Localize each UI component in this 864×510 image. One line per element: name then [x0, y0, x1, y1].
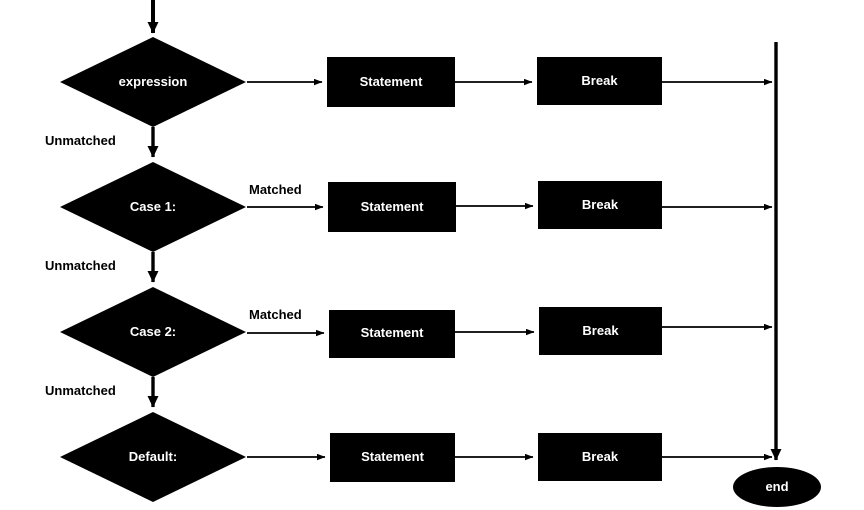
edge-label-unmatched-3: Unmatched	[45, 383, 116, 398]
edge-label-unmatched-1: Unmatched	[45, 133, 116, 148]
box-break-4[interactable]	[538, 433, 662, 481]
edge-label-matched-3: Matched	[249, 307, 302, 322]
box-break-1[interactable]	[537, 57, 662, 105]
decision-case-1[interactable]	[60, 162, 246, 252]
decision-case-2[interactable]	[60, 287, 246, 377]
terminator-end[interactable]	[733, 467, 821, 507]
box-break-3[interactable]	[539, 307, 662, 355]
box-statement-2[interactable]	[328, 182, 456, 232]
box-break-2[interactable]	[538, 181, 662, 229]
edge-label-matched-2: Matched	[249, 182, 302, 197]
box-statement-4[interactable]	[330, 433, 455, 482]
edge-label-unmatched-2: Unmatched	[45, 258, 116, 273]
flowchart-canvas: expression Case 1: Case 2: Default: Stat…	[0, 0, 864, 510]
decision-default[interactable]	[60, 412, 246, 502]
connectors-layer	[60, 0, 821, 507]
box-statement-3[interactable]	[329, 310, 455, 358]
box-statement-1[interactable]	[327, 57, 455, 107]
decision-expression[interactable]	[60, 37, 246, 127]
